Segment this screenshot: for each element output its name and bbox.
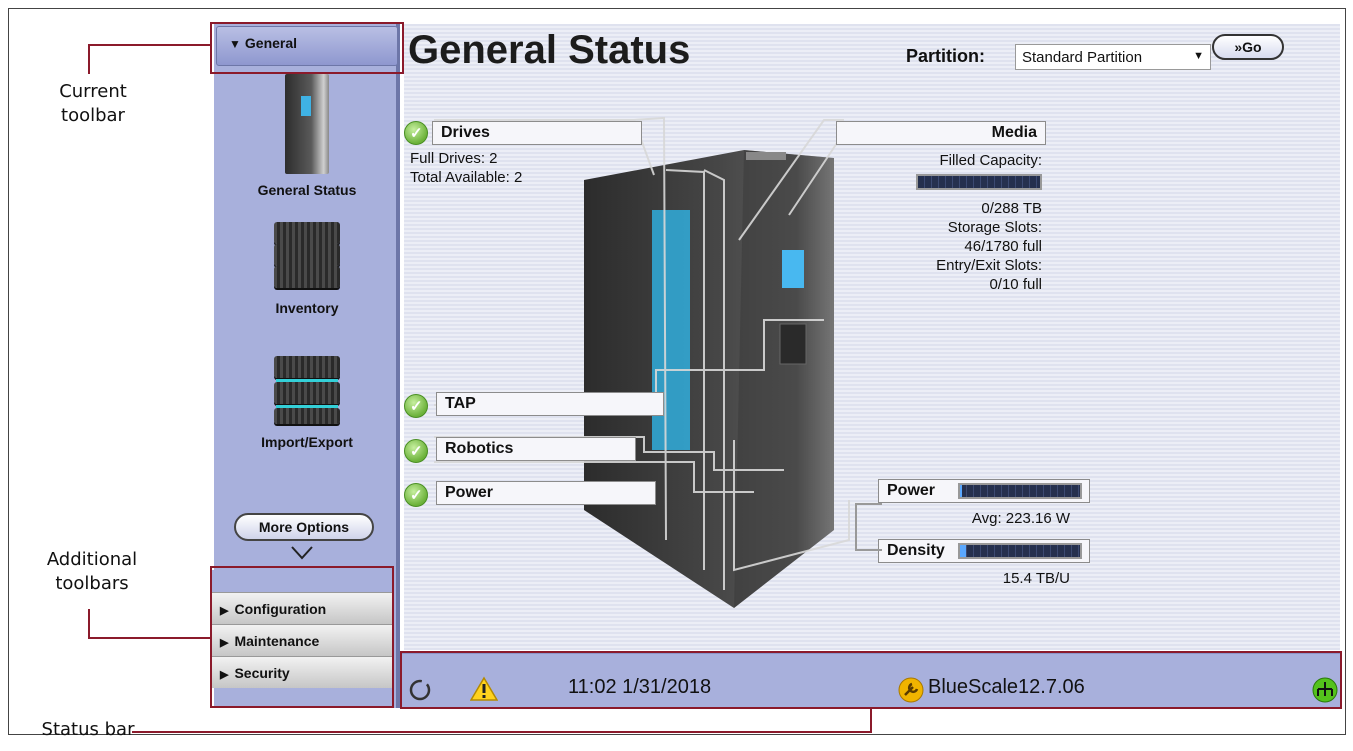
annotation-status-bar: Status bar bbox=[41, 719, 135, 740]
power-average: Avg: 223.16 W bbox=[971, 510, 1070, 527]
robotics-status-ok-icon: ✓ bbox=[404, 439, 428, 463]
robotics-label[interactable]: Robotics bbox=[436, 437, 636, 461]
power-bar-fill bbox=[960, 485, 963, 497]
go-button[interactable]: »Go bbox=[1212, 34, 1284, 60]
double-chevron-icon: » bbox=[1234, 39, 1243, 55]
power-bar bbox=[958, 483, 1082, 499]
additional-toolbars-highlight bbox=[210, 566, 394, 708]
filled-capacity-bar bbox=[916, 174, 1042, 190]
import-export-icon bbox=[270, 352, 344, 426]
density-bar-fill bbox=[960, 545, 966, 557]
tap-status-ok-icon: ✓ bbox=[404, 394, 428, 418]
tape-stack-icon bbox=[270, 218, 344, 292]
storage-slots-value: 46/1780 full bbox=[964, 238, 1042, 255]
annotation-additional-toolbars: Additional toolbars bbox=[46, 549, 138, 594]
storage-slots-label: Storage Slots: bbox=[947, 219, 1042, 236]
density-bar bbox=[958, 543, 1082, 559]
sidebar-item-import-export[interactable]: Import/Export bbox=[214, 352, 400, 450]
power-status-ok-icon: ✓ bbox=[404, 483, 428, 507]
capacity-value: 0/288 TB bbox=[981, 200, 1042, 217]
page-title: General Status bbox=[408, 28, 691, 72]
dropdown-arrow-icon: ▼ bbox=[1193, 50, 1204, 62]
entry-exit-value: 0/10 full bbox=[989, 276, 1042, 293]
power-connector-line bbox=[855, 503, 882, 551]
status-bar-highlight bbox=[400, 651, 1342, 709]
partition-select[interactable]: Standard Partition ▼ bbox=[1015, 44, 1211, 70]
chevron-down-icon[interactable] bbox=[290, 545, 314, 561]
media-label[interactable]: Media bbox=[836, 121, 1046, 145]
sidebar-item-general-status[interactable]: General Status bbox=[214, 74, 400, 198]
drives-label[interactable]: Drives bbox=[432, 121, 642, 145]
annotation-current-toolbar: Current toolbar bbox=[59, 81, 127, 126]
library-tower-icon bbox=[285, 74, 329, 174]
total-available-text: Total Available: 2 bbox=[410, 169, 523, 186]
current-toolbar-highlight bbox=[210, 22, 404, 74]
entry-exit-label: Entry/Exit Slots: bbox=[936, 257, 1042, 274]
more-options-button[interactable]: More Options bbox=[234, 513, 374, 541]
full-drives-text: Full Drives: 2 bbox=[410, 150, 498, 167]
sidebar-item-inventory[interactable]: Inventory bbox=[214, 218, 400, 316]
partition-label: Partition: bbox=[906, 46, 985, 66]
drives-status-ok-icon: ✓ bbox=[404, 121, 428, 145]
tap-label[interactable]: TAP bbox=[436, 392, 664, 416]
filled-capacity-label: Filled Capacity: bbox=[939, 152, 1042, 169]
density-value: 15.4 TB/U bbox=[1002, 570, 1070, 587]
power-label[interactable]: Power bbox=[436, 481, 656, 505]
